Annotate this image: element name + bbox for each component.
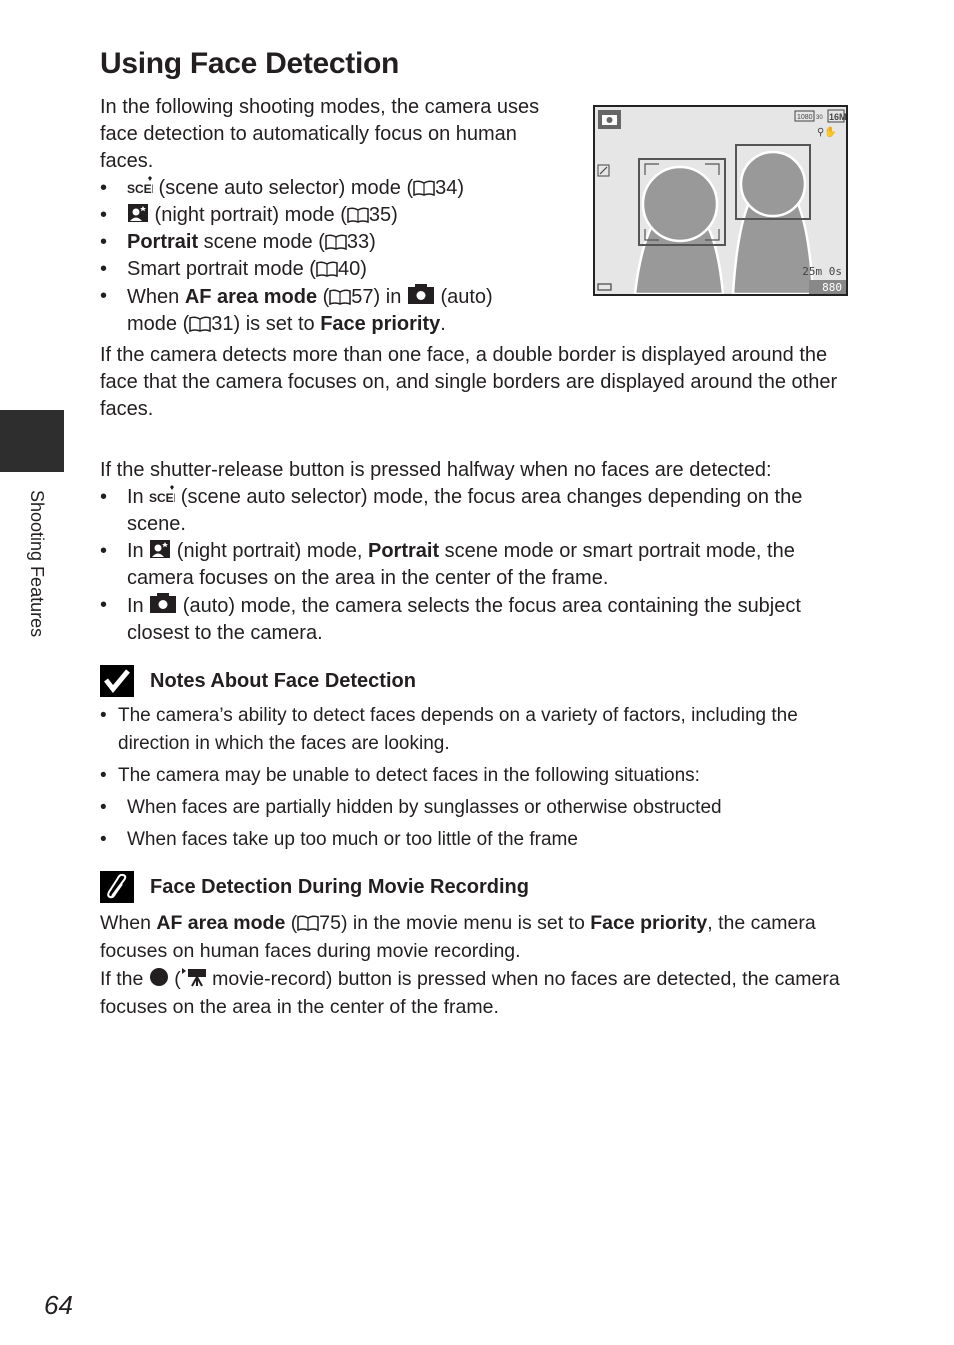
- book-reference-icon: [325, 234, 347, 250]
- list-item: SCENE (scene auto selector) mode (34): [100, 175, 540, 202]
- list-item: In (auto) mode, the camera selects the f…: [100, 592, 860, 647]
- book-reference-icon: [297, 915, 319, 931]
- chapter-tab-marker: [0, 410, 64, 472]
- notes-list: The camera’s ability to detect faces dep…: [100, 702, 850, 790]
- movie-paragraph-1: When AF area mode (75) in the movie menu…: [100, 912, 816, 962]
- svg-text:SCENE: SCENE: [149, 491, 175, 505]
- list-item: Portrait scene mode (33): [100, 229, 540, 256]
- book-reference-icon: [329, 289, 352, 305]
- intro-paragraph: In the following shooting modes, the cam…: [100, 94, 540, 338]
- modes-list: SCENE (scene auto selector) mode (34) (n…: [100, 175, 540, 338]
- remaining-time: 25m 0s: [802, 265, 842, 278]
- monitor-svg: 1080 30 16M ⚲✋ 25m 0s 880: [595, 107, 846, 294]
- book-reference-icon: [347, 207, 369, 223]
- auto-camera-icon: [150, 593, 177, 613]
- notes-body: The camera’s ability to detect faces dep…: [100, 702, 850, 854]
- checkmark-icon: [100, 665, 134, 697]
- page-title: Using Face Detection: [100, 47, 400, 80]
- halfway-list: In SCENE (scene auto selector) mode, the…: [100, 484, 860, 647]
- halfway-section: If the shutter-release button is pressed…: [100, 457, 860, 647]
- scene-auto-selector-icon: SCENE: [149, 485, 175, 505]
- list-item: In SCENE (scene auto selector) mode, the…: [100, 484, 860, 538]
- paperclip-icon: [100, 871, 134, 903]
- list-item: When AF area mode (57) in (auto) mode (3…: [100, 283, 540, 338]
- list-item: In (night portrait) mode, Portrait scene…: [100, 538, 860, 592]
- halfway-intro: If the shutter-release button is pressed…: [100, 459, 772, 481]
- list-item: (night portrait) mode (35): [100, 202, 540, 229]
- record-button-icon: [149, 968, 168, 986]
- movie-paragraph-2: If the ( movie-record) button is pressed…: [100, 968, 840, 1018]
- image-size-text: 16M: [829, 112, 846, 122]
- notes-sub-list: When faces are partially hidden by sungl…: [100, 794, 850, 854]
- movie-body: When AF area mode (75) in the movie menu…: [100, 909, 860, 1021]
- book-reference-icon: [316, 261, 338, 277]
- list-item: The camera’s ability to detect faces dep…: [100, 702, 850, 758]
- scene-auto-selector-icon: SCENE: [127, 176, 153, 196]
- book-reference-icon: [413, 180, 435, 196]
- night-portrait-icon: [128, 204, 148, 222]
- chapter-tab-label: Shooting Features: [27, 490, 47, 638]
- svg-text:SCENE: SCENE: [127, 182, 153, 196]
- vibration-reduction-icon: ⚲✋: [817, 125, 837, 138]
- double-border-paragraph: If the camera detects more than one face…: [100, 344, 838, 420]
- intro-text: In the following shooting modes, the cam…: [100, 96, 540, 172]
- movie-size-text: 1080: [797, 114, 813, 121]
- camera-monitor-illustration: 1080 30 16M ⚲✋ 25m 0s 880: [593, 105, 848, 296]
- sub-list-item: When faces take up too much or too littl…: [100, 826, 850, 854]
- frame-rate-text: 30: [816, 115, 823, 121]
- list-item: The camera may be unable to detect faces…: [100, 762, 850, 790]
- exposures-remaining: 880: [822, 281, 842, 294]
- person-right-head: [739, 150, 807, 218]
- notes-heading: Notes About Face Detection: [100, 665, 416, 697]
- movie-heading: Face Detection During Movie Recording: [100, 871, 529, 903]
- auto-camera-icon: [407, 284, 434, 304]
- sub-list-item: When faces are partially hidden by sungl…: [100, 794, 850, 822]
- movie-camera-icon: [181, 968, 206, 987]
- person-left-head: [641, 165, 719, 243]
- page-number: 64: [44, 1290, 73, 1320]
- book-reference-icon: [189, 316, 211, 332]
- list-item: Smart portrait mode (40): [100, 256, 540, 283]
- night-portrait-icon: [150, 540, 171, 558]
